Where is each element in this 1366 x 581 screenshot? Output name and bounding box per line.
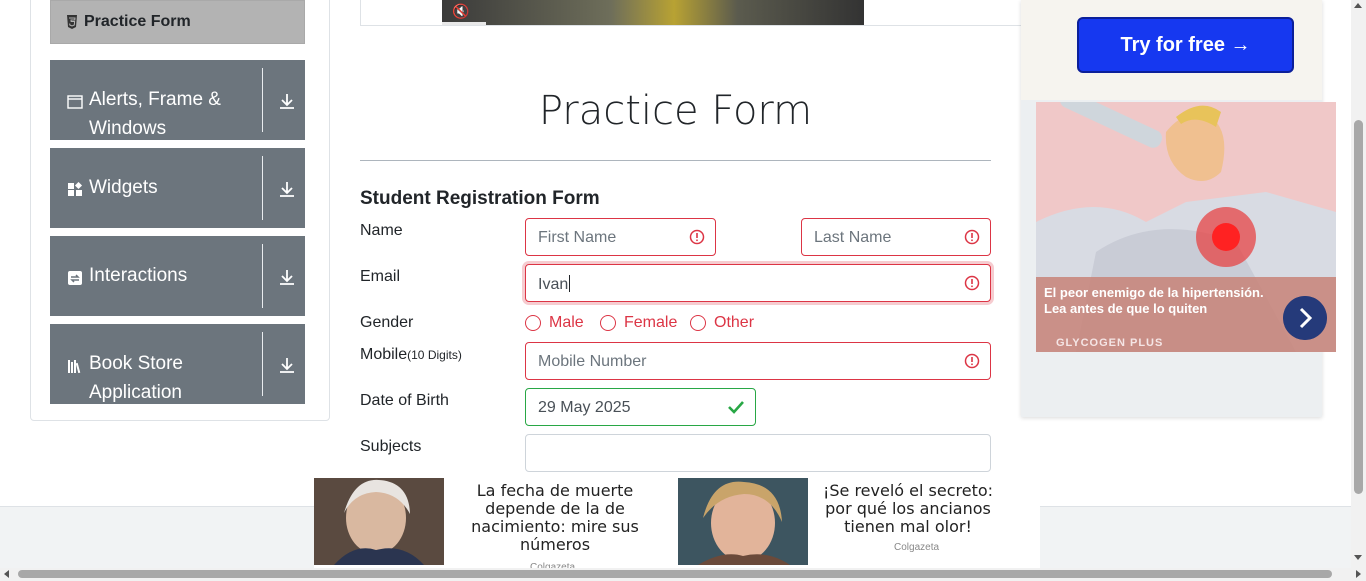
- gender-radio-other[interactable]: Other: [690, 314, 754, 332]
- sidebar-item-label: Practice Form: [84, 13, 191, 30]
- widgets-icon: [68, 182, 83, 196]
- scroll-left-arrow[interactable]: [4, 570, 9, 578]
- radio-circle[interactable]: [690, 315, 706, 331]
- bottom-ad[interactable]: La fecha de muerte depende de la de naci…: [314, 478, 1040, 573]
- download-icon[interactable]: [278, 180, 296, 198]
- ad-caption: El peor enemigo de la hipertensión. Lea …: [1036, 277, 1336, 352]
- html5-icon: [67, 15, 77, 29]
- error-icon: [964, 229, 980, 245]
- try-for-free-button[interactable]: Try for free →: [1077, 17, 1294, 73]
- email-label: Email: [360, 268, 401, 285]
- last-name-input[interactable]: Last Name: [801, 218, 991, 256]
- window-icon: [67, 95, 83, 109]
- divider: [262, 68, 263, 132]
- books-icon: [68, 360, 81, 374]
- mobile-hint: (10 Digits): [407, 348, 462, 362]
- error-icon: [964, 353, 980, 369]
- ad-headline[interactable]: ¡Se reveló el secreto: por qué los ancia…: [814, 482, 1002, 536]
- scroll-up-arrow[interactable]: [1354, 3, 1362, 8]
- dob-label: Date of Birth: [360, 392, 449, 409]
- sidebar-group-book-store[interactable]: Book Store Application: [50, 324, 305, 404]
- download-icon[interactable]: [278, 268, 296, 286]
- ad-caption-text: El peor enemigo de la hipertensión. Lea …: [1044, 285, 1264, 316]
- page-title: Practice Form: [538, 88, 813, 134]
- error-icon: [689, 229, 705, 245]
- radio-label: Other: [714, 314, 755, 331]
- horizontal-scrollbar[interactable]: [0, 568, 1366, 581]
- sidebar-group-label: Widgets: [89, 177, 158, 198]
- ad-image[interactable]: El peor enemigo de la hipertensión. Lea …: [1036, 102, 1336, 352]
- scroll-down-arrow[interactable]: [1354, 555, 1362, 560]
- mobile-placeholder: Mobile Number: [538, 353, 647, 370]
- email-input[interactable]: Ivan: [525, 264, 991, 302]
- scroll-right-arrow[interactable]: [1356, 570, 1361, 578]
- sidebar-item-practice-form[interactable]: Practice Form: [50, 0, 305, 44]
- sidebar-group-interactions[interactable]: Interactions: [50, 236, 305, 316]
- gender-label: Gender: [360, 314, 414, 331]
- form-title: Student Registration Form: [360, 188, 600, 209]
- mobile-label: Mobile(10 Digits): [360, 346, 462, 363]
- email-value: Ivan: [538, 275, 571, 293]
- sidebar-group-alerts[interactable]: Alerts, Frame & Windows: [50, 60, 305, 140]
- last-name-placeholder: Last Name: [814, 229, 892, 246]
- interactions-icon: [68, 271, 82, 285]
- vertical-scrollbar[interactable]: [1351, 0, 1366, 568]
- radio-circle[interactable]: [600, 315, 616, 331]
- divider: [262, 156, 263, 220]
- video-progress-bar[interactable]: [442, 22, 486, 25]
- radio-label: Male: [549, 314, 584, 331]
- error-icon: [964, 275, 980, 291]
- radio-circle[interactable]: [525, 315, 541, 331]
- sidebar-group-label: Interactions: [89, 265, 188, 286]
- checkmark-icon: [728, 401, 744, 414]
- dob-input[interactable]: 29 May 2025: [525, 388, 756, 426]
- name-label: Name: [360, 222, 403, 239]
- mobile-input[interactable]: Mobile Number: [525, 342, 991, 380]
- mute-icon[interactable]: 🔇: [452, 3, 469, 20]
- divider: [360, 160, 991, 161]
- divider: [262, 244, 263, 308]
- gender-radio-female[interactable]: Female: [600, 314, 677, 332]
- first-name-placeholder: First Name: [538, 229, 617, 246]
- subjects-input[interactable]: [525, 434, 991, 472]
- gender-radio-male[interactable]: Male: [525, 314, 584, 332]
- radio-label: Female: [624, 314, 678, 331]
- ad-headline[interactable]: La fecha de muerte depende de la de naci…: [461, 482, 649, 554]
- video-ad[interactable]: 🔇: [442, 0, 864, 25]
- page: Practice Form Alerts, Frame & Windows Wi…: [0, 0, 1366, 581]
- download-icon[interactable]: [278, 356, 296, 374]
- scrollbar-thumb[interactable]: [18, 570, 1332, 578]
- first-name-input[interactable]: First Name: [525, 218, 716, 256]
- download-icon[interactable]: [278, 92, 296, 110]
- sidebar-group-widgets[interactable]: Widgets: [50, 148, 305, 228]
- sidebar-group-label: Alerts, Frame & Windows: [89, 89, 221, 139]
- divider: [262, 332, 263, 396]
- dob-value: 29 May 2025: [538, 399, 631, 416]
- ad-image-elderly-woman[interactable]: [314, 478, 444, 565]
- ad-image-elderly-woman[interactable]: [678, 478, 808, 565]
- chevron-right-icon[interactable]: [1283, 296, 1327, 340]
- subjects-label: Subjects: [360, 438, 422, 455]
- ad-brand: GLYCOGEN PLUS: [1056, 337, 1164, 349]
- sidebar-group-label: Book Store Application: [89, 353, 183, 403]
- ad-source: Colgazeta: [894, 542, 940, 553]
- scrollbar-thumb[interactable]: [1354, 120, 1363, 494]
